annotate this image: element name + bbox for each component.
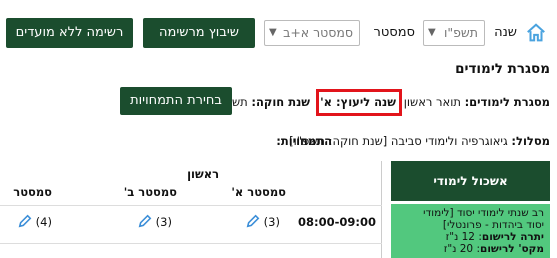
list-without-dates-button[interactable]: רשימה ללא מועדים — [6, 18, 133, 48]
pencil-icon[interactable] — [18, 214, 32, 228]
year-label: שנה — [494, 25, 517, 40]
advisory-year: שנה ליעוץ: א' — [320, 95, 396, 109]
schedule-cell[interactable]: (3) — [134, 214, 172, 229]
required-value: : 12 נ"ז — [445, 231, 482, 243]
cluster-panel-title: אשכול לימודי — [391, 161, 550, 201]
schedule-grid: ראשון סמסטר א' סמסטר ב' סמסטר 08:00-09:0… — [0, 161, 382, 258]
column-header-sem-b: סמסטר ב' — [123, 185, 177, 199]
specializations-label: התמחויות: — [276, 134, 332, 148]
year-header: ראשון — [187, 167, 219, 181]
schedule-cell[interactable]: (4) — [14, 214, 52, 229]
chevron-down-icon: ▼ — [428, 27, 436, 38]
chevron-down-icon: ▼ — [269, 27, 277, 38]
pencil-icon[interactable] — [138, 214, 152, 228]
cell-count: (3) — [155, 215, 172, 229]
column-header-sem: סמסטר — [13, 185, 52, 199]
statute-year-label: שנת חוקה: — [251, 95, 310, 109]
cluster-panel: אשכול לימודי רב שנתי לימודי יסוד [לימודי… — [391, 161, 550, 258]
framework-label: מסגרת לימודים: — [464, 95, 550, 109]
cluster-line-2: יסוד ביהדות - פרונטלי] — [442, 219, 544, 231]
grid-row-divider — [0, 205, 382, 206]
cell-count: (3) — [263, 215, 280, 229]
track-label: מסלול: — [511, 134, 550, 148]
semester-select-value: סמסטר א+ב — [283, 25, 353, 40]
column-header-sem-a: סמסטר א' — [231, 185, 286, 199]
framework-info: מסגרת לימודים: תואר ראשון — [404, 95, 550, 109]
year-select-value: תשפ"ו — [443, 25, 478, 40]
max-label: מקס' לרישום — [480, 243, 544, 255]
assign-from-list-button[interactable]: שיבוץ מרשימה — [143, 18, 255, 48]
cluster-card[interactable]: רב שנתי לימודי יסוד [לימודי יסוד ביהדות … — [391, 204, 550, 258]
pencil-icon[interactable] — [246, 214, 260, 228]
grid-row-divider — [0, 243, 382, 244]
max-value: : 20 נ"ז — [443, 243, 481, 255]
cluster-required: יתרה לרישום: 12 נ"ז — [397, 231, 544, 243]
pick-specializations-button[interactable]: בחירת התמחויות — [120, 87, 232, 115]
required-label: יתרה לרישום — [481, 231, 544, 243]
schedule-cell[interactable]: (3) — [242, 214, 280, 229]
semester-select[interactable]: סמסטר א+ב ▼ — [264, 20, 360, 46]
semester-label: סמסטר — [373, 25, 415, 40]
cluster-max: מקס' לרישום: 20 נ"ז — [397, 243, 544, 255]
home-icon[interactable] — [525, 22, 547, 44]
cluster-line-1: רב שנתי לימודי יסוד [לימודי — [423, 207, 544, 219]
year-select[interactable]: תשפ"ו ▼ — [423, 20, 485, 46]
time-slot: 08:00-09:00 — [298, 215, 376, 229]
framework-value: תואר ראשון — [403, 95, 461, 109]
cell-count: (4) — [35, 215, 52, 229]
frame-title: מסגרת לימודים — [455, 61, 550, 77]
